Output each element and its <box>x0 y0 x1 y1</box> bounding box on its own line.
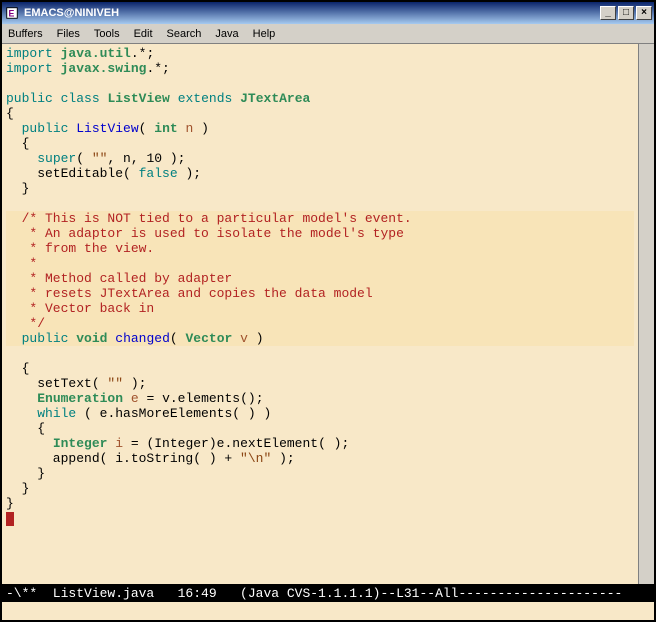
comment: */ <box>6 316 45 331</box>
maximize-button[interactable]: □ <box>618 6 634 20</box>
kw-extends: extends <box>178 91 233 106</box>
type: int <box>154 121 177 136</box>
const: false <box>139 166 178 181</box>
menu-buffers[interactable]: Buffers <box>8 28 43 40</box>
brace: } <box>37 466 45 481</box>
kw-public: public <box>22 121 69 136</box>
kw-while: while <box>37 406 76 421</box>
code-editor[interactable]: import java.util.*; import javax.swing.*… <box>2 44 638 584</box>
paren: ) <box>248 331 264 346</box>
brace: { <box>37 421 45 436</box>
comment: /* This is NOT tied to a particular mode… <box>6 211 412 226</box>
menu-tools[interactable]: Tools <box>94 28 120 40</box>
text: = (Integer)e.nextElement( ); <box>123 436 349 451</box>
text: ); <box>178 166 201 181</box>
app-icon: E <box>4 5 20 21</box>
type: ListView <box>107 91 169 106</box>
type: Integer <box>53 436 108 451</box>
menu-java[interactable]: Java <box>215 28 238 40</box>
fn: ListView <box>76 121 138 136</box>
paren: ( <box>170 331 186 346</box>
text: , n, 10 ); <box>107 151 185 166</box>
comment: * resets JTextArea and copies the data m… <box>6 286 373 301</box>
menu-edit[interactable]: Edit <box>134 28 153 40</box>
type: Vector <box>185 331 232 346</box>
emacs-window: E EMACS@NINIVEH _ □ × Buffers Files Tool… <box>0 0 656 622</box>
kw-import: import <box>6 61 53 76</box>
comment: * An adaptor is used to isolate the mode… <box>6 226 404 241</box>
text: .*; <box>146 61 169 76</box>
scrollbar[interactable] <box>638 44 654 584</box>
kw-import: import <box>6 46 53 61</box>
titlebar[interactable]: E EMACS@NINIVEH _ □ × <box>2 2 654 24</box>
menu-files[interactable]: Files <box>57 28 80 40</box>
kw-class: class <box>61 91 100 106</box>
type: void <box>76 331 107 346</box>
comment: * from the view. <box>6 241 154 256</box>
text: .*; <box>131 46 154 61</box>
comment: * Method called by adapter <box>6 271 232 286</box>
var: e <box>131 391 139 406</box>
str: "\n" <box>240 451 271 466</box>
pkg: java.util <box>61 46 131 61</box>
text: ); <box>271 451 294 466</box>
paren: ( <box>139 121 155 136</box>
str: "" <box>92 151 108 166</box>
window-controls: _ □ × <box>600 6 652 20</box>
var: v <box>240 331 248 346</box>
text: ); <box>123 376 146 391</box>
paren: ) <box>193 121 209 136</box>
minibuffer[interactable] <box>2 602 654 620</box>
kw-public: public <box>22 331 69 346</box>
comment: * Vector back in <box>6 301 154 316</box>
kw-public: public <box>6 91 53 106</box>
modeline[interactable]: -\** ListView.java 16:49 (Java CVS-1.1.1… <box>2 584 654 602</box>
close-button[interactable]: × <box>636 6 652 20</box>
content-area: import java.util.*; import javax.swing.*… <box>2 44 654 584</box>
menu-help[interactable]: Help <box>253 28 276 40</box>
svg-text:E: E <box>9 9 15 19</box>
text: setEditable( <box>6 166 139 181</box>
modeline-text: -\** ListView.java 16:49 (Java CVS-1.1.1… <box>6 586 622 601</box>
type: JTextArea <box>240 91 310 106</box>
text: setText( <box>6 376 107 391</box>
text: append( i.toString( ) + <box>6 451 240 466</box>
brace: } <box>22 181 30 196</box>
brace: { <box>22 361 30 376</box>
pkg: javax.swing <box>61 61 147 76</box>
minimize-button[interactable]: _ <box>600 6 616 20</box>
fn: changed <box>115 331 170 346</box>
brace: { <box>22 136 30 151</box>
kw-super: super <box>37 151 76 166</box>
cursor <box>6 512 14 526</box>
menubar: Buffers Files Tools Edit Search Java Hel… <box>2 24 654 44</box>
window-title: EMACS@NINIVEH <box>24 7 600 19</box>
brace: { <box>6 106 14 121</box>
text: = v.elements(); <box>139 391 264 406</box>
brace: } <box>6 496 14 511</box>
menu-search[interactable]: Search <box>167 28 202 40</box>
text: ( <box>76 151 92 166</box>
text: ( e.hasMoreElements( ) ) <box>76 406 271 421</box>
str: "" <box>107 376 123 391</box>
comment: * <box>6 256 37 271</box>
type: Enumeration <box>37 391 123 406</box>
var: i <box>115 436 123 451</box>
brace: } <box>22 481 30 496</box>
